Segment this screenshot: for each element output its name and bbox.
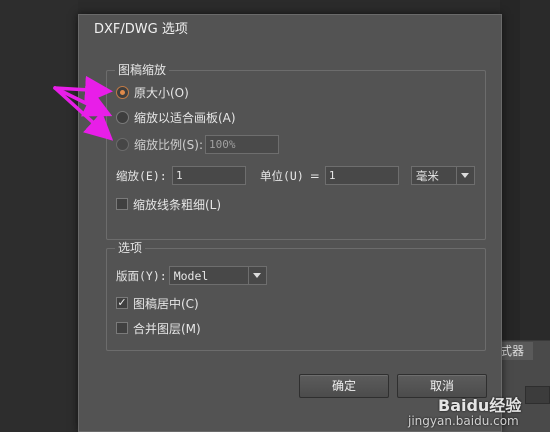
annotation-arrows <box>53 75 114 141</box>
watermark-logo: Baidu经验 <box>438 396 522 415</box>
watermark-url: jingyan.baidu.com <box>408 414 519 428</box>
baidu-watermark: Baidu经验 jingyan.baidu.com <box>408 390 550 432</box>
